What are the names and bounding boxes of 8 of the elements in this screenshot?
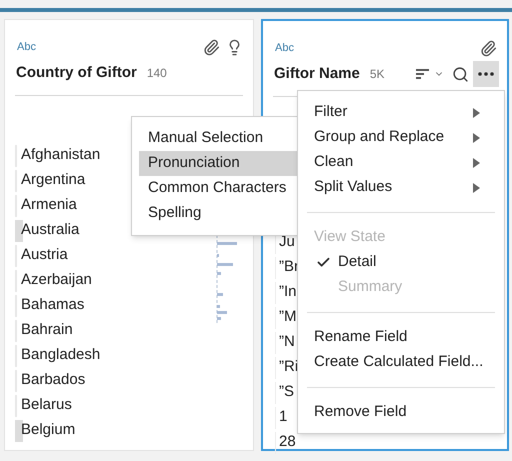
type-label: Abc bbox=[17, 40, 36, 56]
type-label: Abc bbox=[275, 41, 294, 56]
menu-item: Summary bbox=[338, 277, 402, 298]
field-count: 140 bbox=[146, 65, 167, 82]
field-count: 5K bbox=[370, 66, 385, 83]
menu-section-header: View State bbox=[313, 227, 386, 248]
field-title: Country of Giftor bbox=[16, 62, 137, 83]
field-title: Giftor Name bbox=[274, 64, 360, 84]
